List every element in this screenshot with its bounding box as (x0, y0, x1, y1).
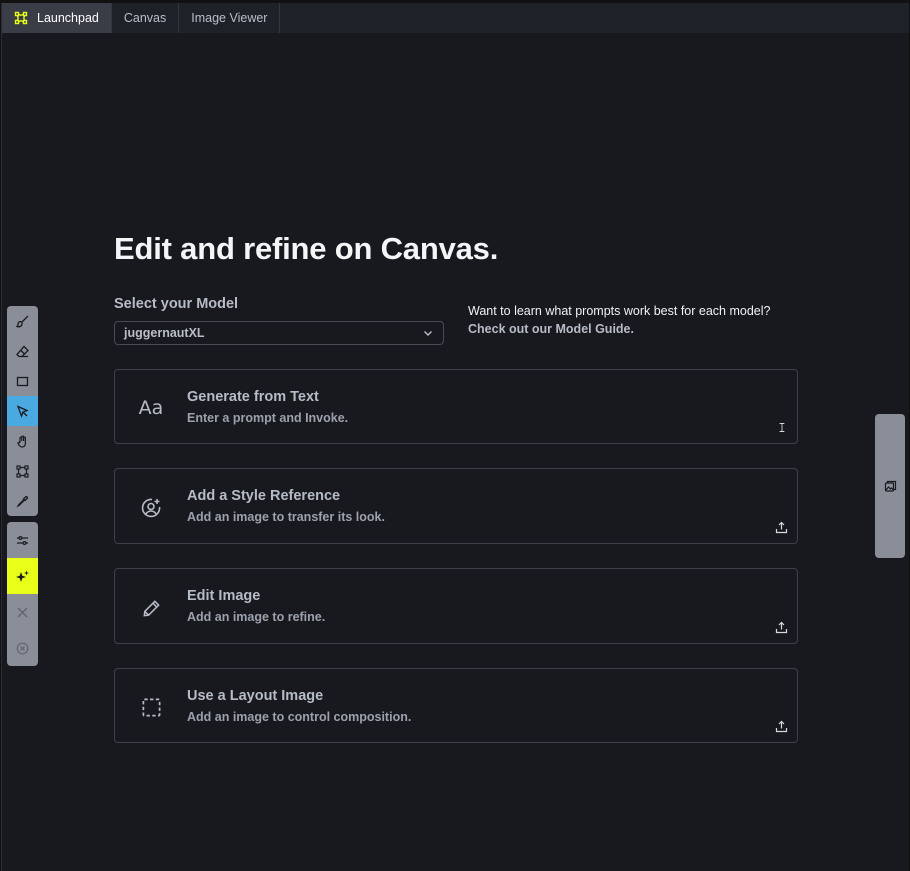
tab-canvas[interactable]: Canvas (112, 3, 180, 33)
eraser-tool-button[interactable] (7, 336, 38, 366)
hand-icon (17, 435, 26, 448)
close-icon (17, 607, 28, 617)
cancel-circle-icon (16, 642, 29, 654)
images-icon (884, 480, 896, 492)
card-description: Enter a prompt and Invoke. (187, 411, 349, 425)
model-guide-link[interactable]: Check out our Model Guide. (468, 320, 770, 338)
color-picker-tool-button[interactable] (7, 486, 38, 516)
rectangle-tool-button[interactable] (7, 366, 38, 396)
generate-from-text-card[interactable]: Aa Generate from Text Enter a prompt and… (114, 369, 798, 444)
card-description: Add an image to control composition. (187, 710, 412, 724)
edit-image-card[interactable]: Edit Image Add an image to refine. (114, 568, 798, 644)
close-button[interactable] (7, 594, 38, 630)
card-description: Add an image to refine. (187, 610, 326, 624)
card-title: Edit Image (187, 588, 261, 604)
upload-icon[interactable] (775, 720, 788, 733)
move-cursor-icon (16, 404, 29, 418)
tab-label: Canvas (123, 11, 167, 25)
text-cursor-icon (775, 421, 788, 434)
hand-tool-button[interactable] (7, 426, 38, 456)
model-select-value: juggernautXL (124, 326, 205, 340)
card-title: Use a Layout Image (187, 688, 324, 704)
brush-icon (16, 315, 29, 327)
tab-launchpad[interactable]: Launchpad (2, 3, 112, 33)
model-select-label: Select your Model (114, 296, 239, 312)
upload-icon[interactable] (775, 621, 788, 634)
eraser-icon (16, 345, 29, 357)
move-tool-button[interactable] (7, 396, 38, 426)
dashed-square-icon (138, 695, 164, 719)
chevron-down-icon (424, 331, 432, 336)
model-guide: Want to learn what prompts work best for… (468, 302, 770, 338)
canvas-actions-toolbar (7, 522, 38, 666)
tab-label: Launchpad (37, 11, 99, 25)
brush-tool-button[interactable] (7, 306, 38, 336)
model-guide-question: Want to learn what prompts work best for… (468, 304, 771, 318)
model-select[interactable]: juggernautXL (114, 321, 444, 345)
user-circle-plus-icon (138, 496, 164, 520)
gallery-panel-toggle[interactable] (875, 414, 905, 558)
tab-label: Image Viewer (191, 11, 268, 25)
settings-button[interactable] (7, 522, 38, 558)
rectangle-icon (16, 376, 29, 386)
page-title: Edit and refine on Canvas. (114, 231, 499, 266)
sparkle-icon (16, 570, 29, 582)
pencil-icon (138, 596, 164, 620)
settings-sliders-icon (17, 535, 28, 545)
upload-icon[interactable] (775, 521, 788, 534)
layout-image-card[interactable]: Use a Layout Image Add an image to contr… (114, 668, 798, 743)
text-aa-icon: Aa (138, 397, 164, 419)
cancel-button[interactable] (7, 630, 38, 666)
bounding-box-icon (14, 11, 28, 25)
canvas-toolbar (7, 306, 38, 516)
transform-icon (16, 464, 29, 478)
tab-bar: Launchpad Canvas Image Viewer (2, 3, 909, 33)
color-picker-icon (16, 495, 29, 507)
style-reference-card[interactable]: Add a Style Reference Add an image to tr… (114, 468, 798, 544)
app-window: Launchpad Canvas Image Viewer Edit and r… (1, 3, 909, 871)
tab-image-viewer[interactable]: Image Viewer (179, 3, 281, 33)
card-description: Add an image to transfer its look. (187, 510, 385, 524)
card-title: Add a Style Reference (187, 488, 341, 504)
invoke-button[interactable] (7, 558, 38, 594)
transform-tool-button[interactable] (7, 456, 38, 486)
card-title: Generate from Text (187, 389, 319, 405)
